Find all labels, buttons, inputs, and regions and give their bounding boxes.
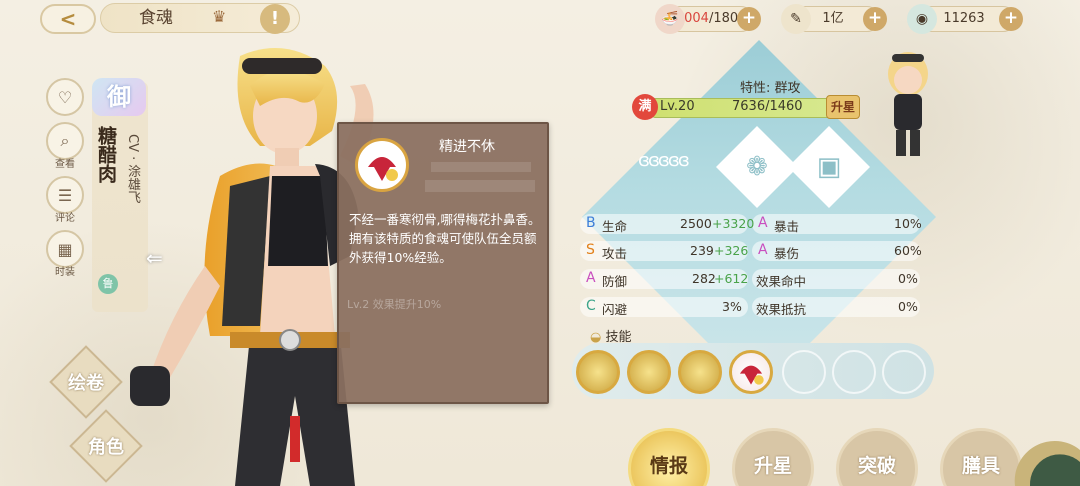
- stamina-resource: 🍜 4004/180 +: [655, 4, 761, 34]
- stat-name: 攻击: [602, 246, 628, 261]
- gem-value: 11263: [943, 11, 985, 26]
- crown-icon[interactable]: ♛: [212, 7, 226, 26]
- flower-emblem: ❁: [715, 125, 799, 209]
- flower-icon: ❁: [746, 152, 768, 182]
- heart-icon: ♡: [57, 87, 73, 107]
- trait-subline-2: [425, 180, 535, 192]
- view-label: 查看: [55, 159, 75, 170]
- stat-row: A 防御 282 +612 效果命中 0%: [580, 269, 934, 289]
- favorite-button[interactable]: ♡: [46, 78, 84, 116]
- skill-slot-empty: [782, 350, 826, 394]
- stat-grade-2: A: [758, 242, 768, 258]
- upstar-button[interactable]: 升星: [826, 95, 860, 119]
- coin-icon: ◉: [907, 4, 937, 34]
- trait-skill-icon: [739, 365, 764, 385]
- stat-base: 2500: [680, 216, 712, 231]
- fan-decoration: [1014, 440, 1080, 486]
- stat-value-2: 0%: [898, 271, 918, 286]
- stat-name: 生命: [602, 219, 628, 234]
- trait-subline: [431, 162, 531, 172]
- xp-text: 7636/1460: [732, 99, 803, 114]
- stat-grade-2: A: [758, 215, 768, 231]
- trait-description: 不经一番寒彻骨,哪得梅花扑鼻香。拥有该特质的食魂可使队伍全员额外获得10%经验。: [349, 212, 541, 265]
- gem-resource: ◉ 11263 +: [907, 4, 1023, 34]
- stat-grade: S: [586, 242, 595, 258]
- skill-slot-empty: [832, 350, 876, 394]
- stamina-max: /180: [708, 11, 739, 26]
- trait-label: 特性: 群攻: [740, 81, 801, 96]
- gold-resource: ✎ 1亿 +: [781, 4, 887, 34]
- bowl-icon: 🍜: [655, 4, 685, 34]
- trait-popup: 精进不休 不经一番寒彻骨,哪得梅花扑鼻香。拥有该特质的食魂可使队伍全员额外获得1…: [337, 122, 549, 404]
- trait-icon: [355, 138, 409, 192]
- chibi-character: [888, 52, 928, 156]
- trait-title: 精进不休: [439, 139, 495, 155]
- magnifier-icon: ⌕: [60, 131, 70, 150]
- stat-name-2: 暴伤: [774, 246, 800, 261]
- outfit-label: 时装: [55, 267, 75, 278]
- skill-slot-2[interactable]: [627, 350, 671, 394]
- emblem-slot: ▣: [787, 125, 871, 209]
- stat-bonus: +326: [714, 243, 749, 258]
- stat-row: S 攻击 239 +326 A 暴伤 60%: [580, 241, 934, 261]
- stat-base: 239: [690, 243, 714, 258]
- skill-slot-trait[interactable]: [729, 350, 773, 394]
- stat-row: C 闪避 3% 效果抵抗 0%: [580, 297, 934, 317]
- add-stamina-button[interactable]: +: [737, 7, 761, 31]
- trait-level-effect: Lv.2 效果提升10%: [347, 298, 442, 311]
- back-button[interactable]: <: [40, 4, 96, 34]
- stat-value-2: 10%: [894, 216, 922, 231]
- back-arrow-icon: <: [59, 7, 77, 31]
- scroll-icon: ✎: [781, 4, 811, 34]
- skill-slot-1[interactable]: [576, 350, 620, 394]
- top-bar: < 食魂 ♛ ! 🍜 4004/180 + ✎ 1亿 + ◉ 11263 +: [0, 0, 1080, 38]
- prev-character-icon[interactable]: ⇐: [146, 246, 163, 270]
- stat-bonus: +612: [714, 271, 749, 286]
- stat-base: 3%: [722, 299, 742, 314]
- add-gems-button[interactable]: +: [999, 7, 1023, 31]
- stat-grade: C: [586, 298, 596, 314]
- gold-value: 1亿: [822, 11, 844, 26]
- skill-slot-empty: [882, 350, 926, 394]
- stat-grade: A: [586, 270, 596, 286]
- comment-icon: ☰: [57, 185, 73, 205]
- star-rating: ɞɞɞɞɞ: [638, 150, 690, 171]
- stat-value-2: 0%: [898, 299, 918, 314]
- stat-name-2: 效果抵抗: [756, 302, 807, 317]
- stat-name: 闪避: [602, 302, 628, 317]
- stat-name-2: 暴击: [774, 219, 800, 234]
- stat-value-2: 60%: [894, 243, 922, 258]
- stat-grade: B: [586, 215, 596, 231]
- stat-base: 282: [692, 271, 716, 286]
- stat-row: B 生命 2500 +3320 A 暴击 10%: [580, 214, 934, 234]
- max-badge: 满: [632, 94, 658, 120]
- alert-button[interactable]: !: [260, 4, 290, 34]
- outfit-icon: ▦: [57, 239, 73, 259]
- level-text: Lv.20: [660, 99, 695, 114]
- stat-bonus: +3320: [712, 216, 755, 231]
- emblem-icon: ▣: [816, 152, 842, 182]
- add-gold-button[interactable]: +: [863, 7, 887, 31]
- stat-name: 防御: [602, 274, 628, 289]
- skill-slot-3[interactable]: [678, 350, 722, 394]
- comment-label: 评论: [55, 213, 75, 224]
- stat-name-2: 效果命中: [756, 274, 807, 289]
